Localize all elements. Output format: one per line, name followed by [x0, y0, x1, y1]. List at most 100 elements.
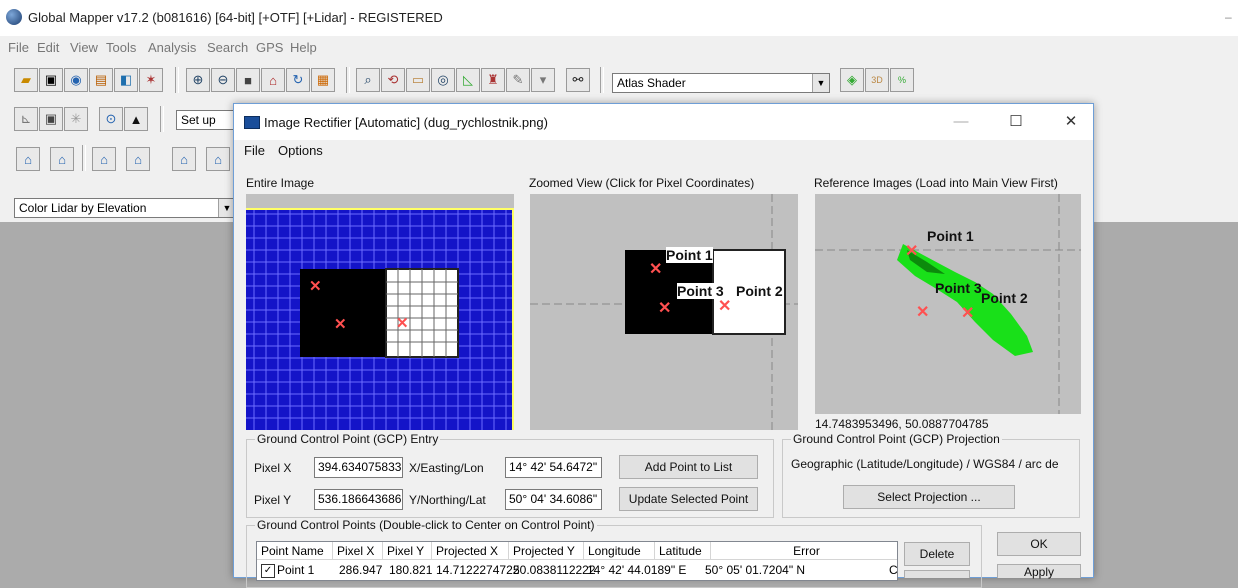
gcp-entry-legend: Ground Control Point (GCP) Entry [257, 432, 439, 446]
lidar-color-select[interactable]: Color Lidar by Elevation ▼ [14, 198, 236, 218]
measure-icon[interactable]: ⟲ [381, 68, 405, 92]
zoom-point-2-label: Point 2 [736, 283, 783, 299]
dialog-menu-bar: File Options [234, 140, 1093, 162]
control-center-icon[interactable]: ◧ [114, 68, 138, 92]
shader-select-value: Atlas Shader [617, 76, 686, 90]
lidar-filter-icon[interactable]: ⌂ [92, 147, 116, 171]
pan-icon[interactable]: ■ [236, 68, 260, 92]
col-pixel-x[interactable]: Pixel X [333, 542, 383, 560]
cell-longitude: 14° 42' 44.0189" E [587, 563, 687, 577]
entire-image-view[interactable]: ✕ ✕ ✕ [246, 194, 514, 430]
zoomed-view-title: Zoomed View (Click for Pixel Coordinates… [529, 176, 755, 190]
ref-point-1-label: Point 1 [927, 228, 974, 244]
minimize-button[interactable]: – [1225, 10, 1232, 24]
col-latitude[interactable]: Latitude [655, 542, 711, 560]
edit-icon[interactable]: ✎ [506, 68, 530, 92]
dropdown-icon[interactable]: ▾ [531, 68, 555, 92]
lidar-color-icon[interactable]: ⌂ [206, 147, 230, 171]
menu-gps[interactable]: GPS [256, 40, 283, 55]
gps-center-icon[interactable]: ⊙ [99, 107, 123, 131]
home-icon[interactable]: ⌂ [261, 68, 285, 92]
ok-button[interactable]: OK [997, 532, 1081, 556]
col-longitude[interactable]: Longitude [584, 542, 655, 560]
menu-edit[interactable]: Edit [37, 40, 59, 55]
tools-icon[interactable]: ✶ [139, 68, 163, 92]
zoom-point-1-label: Point 1 [666, 247, 713, 263]
gcp-list-legend: Ground Control Points (Double-click to C… [257, 518, 595, 532]
app-title-bar: Global Mapper v17.2 (b081616) [64-bit] [… [0, 0, 1238, 36]
entire-image-canvas: ✕ ✕ ✕ [246, 194, 514, 430]
profile-icon[interactable]: ◺ [456, 68, 480, 92]
col-projected-y[interactable]: Projected Y [509, 542, 584, 560]
reference-coordinates: 14.7483953496, 50.0887704785 [815, 417, 989, 431]
3d-path-icon[interactable]: % [890, 68, 914, 92]
row-checkbox[interactable]: ✓ [261, 564, 275, 578]
tower-icon[interactable]: ♜ [481, 68, 505, 92]
close-button[interactable]: ✕ [1054, 110, 1088, 134]
search-feature-icon[interactable]: ◎ [431, 68, 455, 92]
minimize-button[interactable]: — [944, 110, 978, 134]
screen-capture-icon[interactable]: ▣ [39, 107, 63, 131]
pixel-x-input[interactable]: 394.634075833! [314, 457, 403, 478]
lidar-tool-icon[interactable]: ⌂ [16, 147, 40, 171]
digitizer-icon[interactable]: ⊾ [14, 107, 38, 131]
col-projected-x[interactable]: Projected X [432, 542, 509, 560]
binoculars-icon[interactable]: ⚯ [566, 68, 590, 92]
refresh-icon[interactable]: ↻ [286, 68, 310, 92]
svg-text:✕: ✕ [658, 300, 671, 317]
menu-search[interactable]: Search [207, 40, 248, 55]
menu-file[interactable]: File [8, 40, 29, 55]
image-rectifier-dialog: Image Rectifier [Automatic] (dug_rychlos… [233, 103, 1094, 588]
snap-icon[interactable]: ✳ [64, 107, 88, 131]
dialog-menu-file[interactable]: File [244, 143, 265, 158]
pixel-y-input[interactable]: 536.186643686( [314, 489, 403, 510]
globe-tool-icon[interactable]: ◉ [64, 68, 88, 92]
dialog-title: Image Rectifier [Automatic] (dug_rychlos… [264, 115, 548, 130]
ref-point-2-label: Point 2 [981, 290, 1028, 306]
north-arrow-icon[interactable]: ▲ [124, 107, 148, 131]
open-icon[interactable]: ▰ [14, 68, 38, 92]
save-icon[interactable]: ▣ [39, 68, 63, 92]
view-icon[interactable]: ▦ [311, 68, 335, 92]
pixel-x-label: Pixel X [254, 461, 292, 475]
setup-select[interactable]: Set up [176, 110, 236, 130]
lidar-classify-icon[interactable]: ⌂ [50, 147, 74, 171]
dialog-menu-options[interactable]: Options [278, 143, 323, 158]
cell-projected-y: 50.0838112222 [513, 563, 596, 577]
layers-icon[interactable]: ▤ [89, 68, 113, 92]
menu-tools[interactable]: Tools [106, 40, 136, 55]
pixel-y-label: Pixel Y [254, 493, 292, 507]
magnify-icon[interactable]: ⌕ [356, 68, 380, 92]
menu-analysis[interactable]: Analysis [148, 40, 196, 55]
lidar-profile-icon[interactable]: ⌂ [126, 147, 150, 171]
feature-info-icon[interactable]: ▭ [406, 68, 430, 92]
col-point-name[interactable]: Point Name [257, 542, 333, 560]
menu-view[interactable]: View [70, 40, 98, 55]
svg-text:✕: ✕ [905, 243, 918, 260]
zoom-in-icon[interactable]: ⊕ [186, 68, 210, 92]
cell-projected-x: 14.7122274722 [436, 563, 520, 577]
gcp-list[interactable]: Point Name Pixel X Pixel Y Projected X P… [256, 541, 898, 581]
col-pixel-y[interactable]: Pixel Y [383, 542, 432, 560]
3d-view-icon[interactable]: 3D [865, 68, 889, 92]
reference-images-view[interactable]: ✕ ✕ ✕ Point 1 Point 3 Point 2 [815, 194, 1081, 414]
northing-input[interactable]: 50° 04' 34.6086" [505, 489, 602, 510]
entire-image-title: Entire Image [246, 176, 315, 190]
shader-select[interactable]: Atlas Shader ▼ [612, 73, 830, 93]
shader-icon[interactable]: ◈ [840, 68, 864, 92]
svg-text:✕: ✕ [309, 278, 322, 295]
delete-button[interactable]: Delete [904, 542, 970, 566]
edit-button[interactable] [904, 570, 970, 578]
col-error[interactable]: Error [711, 542, 897, 560]
add-point-button[interactable]: Add Point to List [619, 455, 758, 479]
select-projection-button[interactable]: Select Projection ... [843, 485, 1015, 509]
zoomed-view[interactable]: ✕ ✕ ✕ Point 1 Point 3 Point 2 [530, 194, 798, 430]
update-point-button[interactable]: Update Selected Point [619, 487, 758, 511]
zoom-out-icon[interactable]: ⊖ [211, 68, 235, 92]
maximize-button[interactable]: ☐ [999, 110, 1033, 134]
easting-input[interactable]: 14° 42' 54.6472" [505, 457, 602, 478]
menu-help[interactable]: Help [290, 40, 317, 55]
lidar-grid-icon[interactable]: ⌂ [172, 147, 196, 171]
toolbar-row-1: ▰ ▣ ◉ ▤ ◧ ✶ ⊕ ⊖ ■ ⌂ ↻ ▦ ⌕ ⟲ ▭ ◎ ◺ ♜ ✎ ▾ … [0, 60, 1238, 100]
apply-button[interactable]: Apply [997, 564, 1081, 579]
